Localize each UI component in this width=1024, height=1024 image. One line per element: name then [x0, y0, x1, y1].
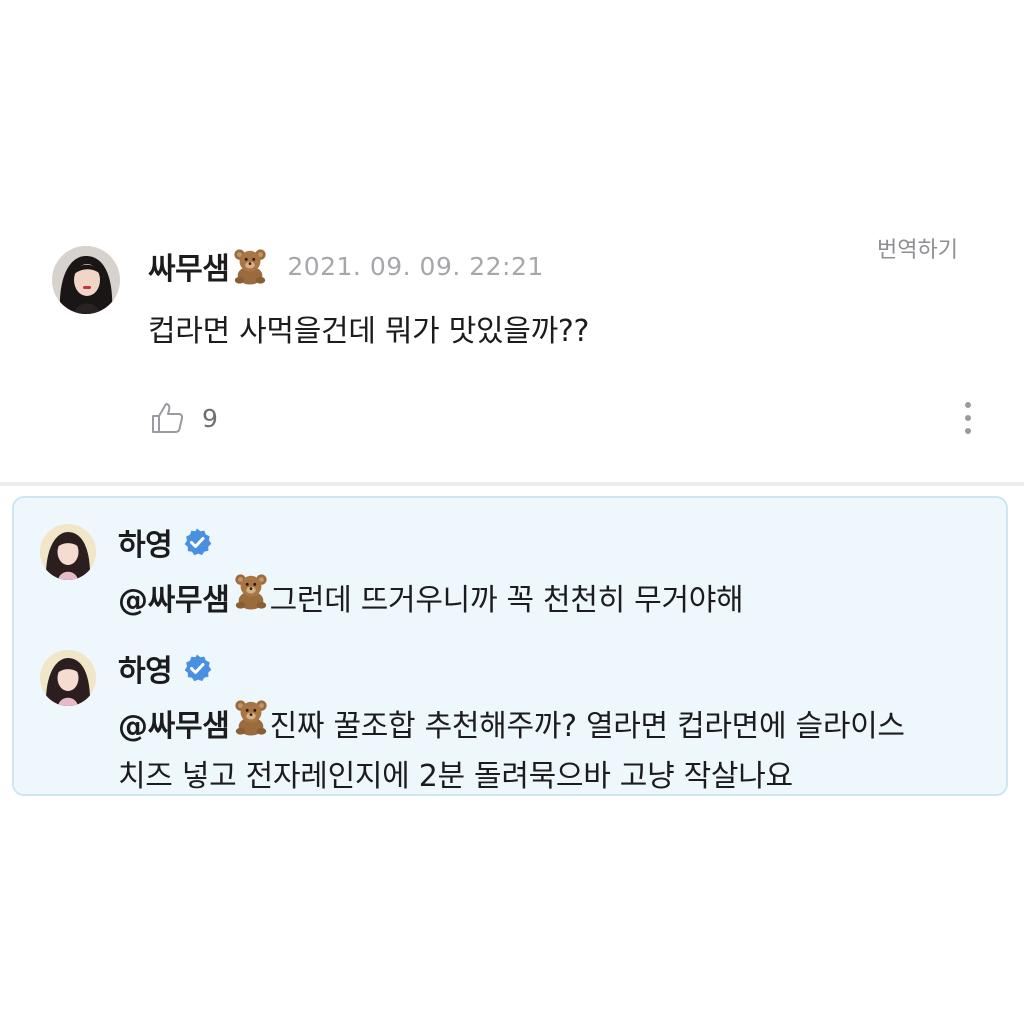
post-body: 컵라면 사먹을건데 뭐가 맛있을까?? — [148, 314, 590, 349]
reply-header: 하영 — [118, 520, 212, 564]
thumbs-up-icon — [152, 403, 184, 433]
reply-author-name[interactable]: 하영 — [118, 646, 173, 690]
fan-post: 싸무샘 2021. 09. 09. 22:21 번역하기 컵라면 사먹을건데 뭐… — [0, 0, 1024, 484]
post-timestamp: 2021. 09. 09. 22:21 — [287, 251, 544, 281]
more-dot-icon — [965, 415, 971, 421]
reply-avatar[interactable] — [40, 524, 96, 580]
more-dot-icon — [965, 428, 971, 434]
reply-body: @싸무샘 그런데 뜨거우니까 꼭 천천히 무거야해 — [118, 572, 744, 626]
reply-line-1: @싸무샘 진짜 꿀조합 추천해주까? 열라면 컵라면에 슬라이스 — [118, 698, 905, 752]
more-dot-icon — [965, 402, 971, 408]
verified-badge-icon — [182, 527, 212, 557]
reply-avatar-image — [40, 650, 96, 706]
more-options-button[interactable] — [958, 402, 978, 442]
mention-link[interactable]: @싸무샘 — [118, 709, 230, 744]
teddy-bear-icon — [232, 572, 270, 610]
author-avatar-image — [52, 246, 120, 314]
section-divider — [0, 482, 1024, 486]
teddy-bear-icon — [232, 698, 270, 736]
reply-message: 진짜 꿀조합 추천해주까? 열라면 컵라면에 슬라이스 — [269, 709, 905, 744]
reply-header: 하영 — [118, 646, 212, 690]
author-name[interactable]: 싸무샘 — [148, 244, 230, 288]
like-button[interactable]: 9 — [150, 400, 218, 436]
translate-button[interactable]: 번역하기 — [877, 232, 958, 264]
like-count: 9 — [202, 403, 218, 433]
verified-badge-icon — [182, 653, 212, 683]
reply-body: @싸무샘 진짜 꿀조합 추천해주까? 열라면 컵라면에 슬라이스 치즈 넣고 전… — [118, 698, 905, 802]
reply-author-name[interactable]: 하영 — [118, 520, 173, 564]
reply-avatar[interactable] — [40, 650, 96, 706]
author-avatar[interactable] — [52, 246, 120, 314]
post-header: 싸무샘 2021. 09. 09. 22:21 — [148, 244, 544, 288]
reply-avatar-image — [40, 524, 96, 580]
teddy-bear-icon — [231, 247, 269, 285]
mention-link[interactable]: @싸무샘 — [118, 583, 230, 618]
reply-line-2: 치즈 넣고 전자레인지에 2분 돌려묵으바 고냥 작살나요 — [118, 759, 793, 794]
reply-message: 그런데 뜨거우니까 꼭 천천히 무거야해 — [269, 583, 744, 618]
artist-replies-panel: 하영 @싸무샘 그런데 뜨거우니까 꼭 천천히 무거야해 하영 @싸무샘 진짜 … — [12, 496, 1008, 796]
